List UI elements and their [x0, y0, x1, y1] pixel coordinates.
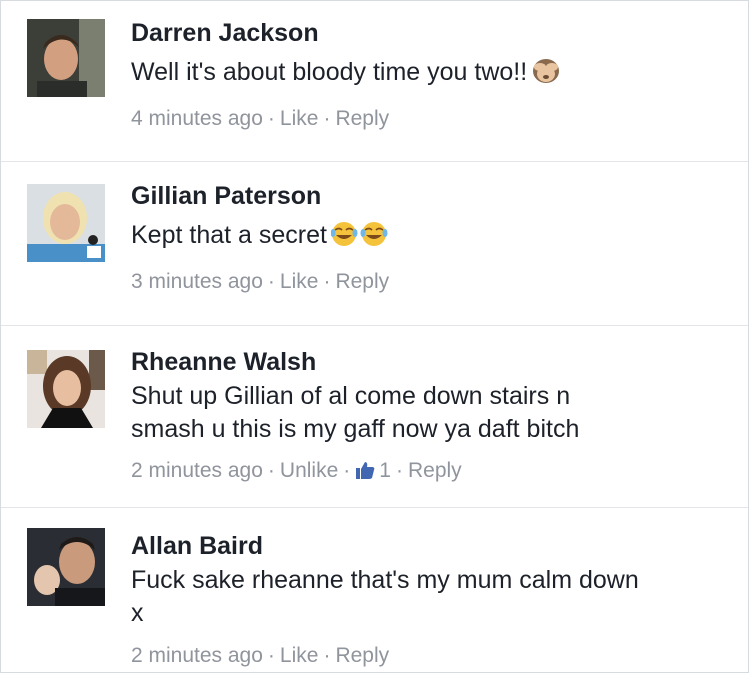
comment-text: Kept that a secret [131, 219, 728, 256]
avatar[interactable] [27, 528, 105, 606]
reply-link[interactable]: Reply [335, 105, 389, 133]
comment-body: Rheanne Walsh Shut up Gillian of al come… [131, 346, 728, 488]
avatar[interactable] [27, 19, 105, 97]
like-link[interactable]: Like [280, 642, 319, 670]
like-link[interactable]: Like [280, 268, 319, 296]
commenter-name[interactable]: Gillian Paterson [131, 180, 728, 212]
tears-of-joy-icon [330, 221, 389, 256]
separator: · [395, 459, 403, 482]
comment-meta: 3 minutes ago · Like · Reply [131, 268, 728, 296]
comment-text-content: Kept that a secret [131, 221, 327, 249]
comment-body: Allan Baird Fuck sake rheanne that's my … [131, 530, 728, 670]
separator: · [343, 459, 351, 482]
reply-link[interactable]: Reply [408, 457, 462, 485]
comment-text: Shut up Gillian of al come down stairs n… [131, 380, 728, 446]
comment-text-line: smash u this is my gaff now ya daft bitc… [131, 415, 580, 443]
comment-timestamp[interactable]: 2 minutes ago [131, 457, 263, 485]
reply-link[interactable]: Reply [335, 642, 389, 670]
comment-item: Rheanne Walsh Shut up Gillian of al come… [1, 326, 748, 508]
separator: · [323, 107, 331, 130]
comment-timestamp[interactable]: 2 minutes ago [131, 642, 263, 670]
avatar[interactable] [27, 184, 105, 262]
comment-timestamp[interactable]: 4 minutes ago [131, 105, 263, 133]
like-count-value: 1 [379, 459, 391, 482]
comment-body: Gillian Paterson Kept that a secret 3 mi… [131, 180, 728, 296]
comment-meta: 2 minutes ago · Unlike · 1 · Reply [131, 457, 728, 488]
comment-thread: Darren Jackson Well it's about bloody ti… [0, 0, 749, 673]
commenter-name[interactable]: Rheanne Walsh [131, 346, 728, 378]
comment-meta: 2 minutes ago · Like · Reply [131, 642, 728, 670]
separator: · [267, 644, 275, 667]
separator: · [267, 459, 275, 482]
comment-text: Well it's about bloody time you two!! [131, 56, 728, 93]
comment-body: Darren Jackson Well it's about bloody ti… [131, 17, 728, 133]
comment-meta: 4 minutes ago · Like · Reply [131, 105, 728, 133]
commenter-name[interactable]: Darren Jackson [131, 17, 728, 49]
avatar[interactable] [27, 350, 105, 428]
like-link[interactable]: Like [280, 105, 319, 133]
comment-timestamp[interactable]: 3 minutes ago [131, 268, 263, 296]
see-no-evil-monkey-icon [531, 56, 561, 93]
comment-text-content: Well it's about bloody time you two!! [131, 58, 528, 86]
comment-text-line: x [131, 599, 144, 627]
comment-item: Allan Baird Fuck sake rheanne that's my … [1, 508, 748, 672]
comment-item: Gillian Paterson Kept that a secret 3 mi… [1, 162, 748, 326]
comment-text-line: Fuck sake rheanne that's my mum calm dow… [131, 566, 639, 594]
separator: · [323, 644, 331, 667]
separator: · [267, 107, 275, 130]
reply-link[interactable]: Reply [335, 268, 389, 296]
comment-text-line: Shut up Gillian of al come down stairs n [131, 382, 571, 410]
like-count[interactable]: 1 [355, 457, 391, 488]
unlike-link[interactable]: Unlike [280, 457, 338, 485]
separator: · [267, 270, 275, 293]
comment-item: Darren Jackson Well it's about bloody ti… [1, 1, 748, 162]
commenter-name[interactable]: Allan Baird [131, 530, 728, 562]
separator: · [323, 270, 331, 293]
thumbs-up-icon [355, 460, 375, 488]
comment-text: Fuck sake rheanne that's my mum calm dow… [131, 564, 728, 630]
